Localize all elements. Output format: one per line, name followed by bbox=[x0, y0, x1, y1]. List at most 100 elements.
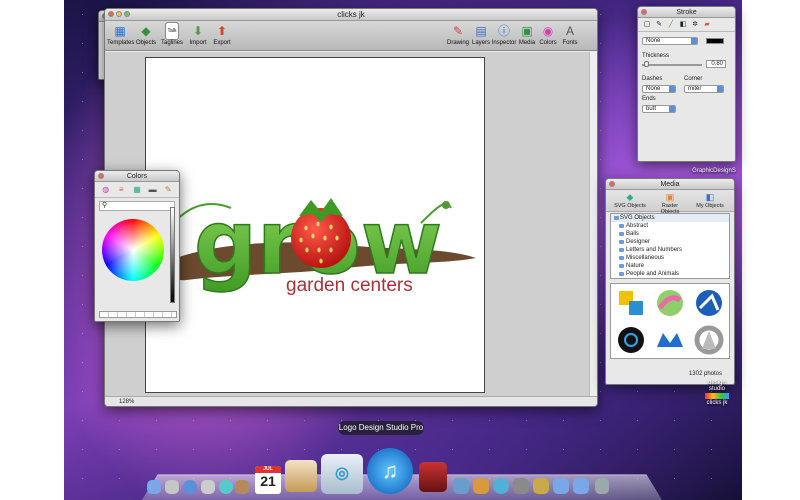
itunes-icon[interactable]: ♫ bbox=[367, 448, 413, 494]
notes-icon[interactable] bbox=[235, 480, 249, 494]
sliders-mode-icon[interactable]: ≡ bbox=[115, 185, 129, 195]
thumbnail-black-knot[interactable] bbox=[616, 325, 646, 355]
dvd-player-icon[interactable] bbox=[419, 462, 447, 492]
dock: JUL 21 ◎ ♫ bbox=[145, 440, 665, 500]
dock-tooltip: Logo Design Studio Pro bbox=[338, 421, 424, 435]
stroke-style-select[interactable]: None bbox=[642, 37, 698, 45]
photo-booth-icon[interactable] bbox=[453, 478, 469, 494]
vertical-scrollbar[interactable] bbox=[589, 52, 597, 396]
main-titlebar[interactable]: clicks jk bbox=[105, 9, 597, 21]
color-modes: ◍ ≡ ▦ ▬ ✎ bbox=[95, 182, 179, 198]
desktop-label-top[interactable]: GraphicDesignS bbox=[688, 168, 740, 174]
close-icon[interactable] bbox=[609, 181, 615, 187]
list-item[interactable]: People and Animals bbox=[611, 270, 729, 278]
color-wheel[interactable] bbox=[102, 219, 164, 281]
my-objects-icon: ◧ bbox=[705, 192, 715, 202]
trash-icon[interactable] bbox=[595, 478, 609, 494]
stroke-icon[interactable]: ╱ bbox=[666, 20, 676, 30]
tab-my-objects[interactable]: ◧ My Objects bbox=[692, 192, 728, 209]
ends-select[interactable]: butt bbox=[642, 105, 676, 113]
media-category-list[interactable]: SVG Objects Abstract Balls Designer Lett… bbox=[610, 213, 730, 279]
preview-icon[interactable] bbox=[285, 460, 317, 492]
shadow-icon[interactable]: ◧ bbox=[678, 20, 688, 30]
import-button[interactable]: ⬇ Import bbox=[185, 23, 211, 46]
pen-icon[interactable]: ✎ bbox=[654, 20, 664, 30]
color-strip bbox=[705, 393, 729, 399]
stroke-color-well[interactable] bbox=[706, 38, 724, 44]
objects-icon: ◆ bbox=[141, 24, 151, 38]
thumbnail-blue-swoosh[interactable] bbox=[694, 288, 724, 318]
ichat-icon[interactable] bbox=[219, 480, 233, 494]
safari-icon[interactable] bbox=[183, 480, 197, 494]
list-item[interactable]: Designer bbox=[611, 238, 729, 246]
list-item[interactable]: Balls bbox=[611, 230, 729, 238]
minimize-icon[interactable] bbox=[116, 11, 122, 17]
color-wheel-mode-icon[interactable]: ◍ bbox=[99, 185, 113, 195]
thickness-field[interactable]: 0.80 bbox=[706, 60, 726, 68]
address-book-icon[interactable] bbox=[201, 480, 215, 494]
corner-select[interactable]: miter bbox=[684, 85, 724, 93]
media-titlebar[interactable]: Media bbox=[606, 179, 734, 190]
close-icon[interactable] bbox=[98, 173, 104, 179]
list-item[interactable]: Miscellaneous bbox=[611, 254, 729, 262]
import-icon: ⬇ bbox=[192, 24, 204, 38]
downloads-folder-icon[interactable] bbox=[573, 478, 589, 494]
grow-logo[interactable]: grow garden centers bbox=[146, 58, 484, 392]
objects-button[interactable]: ◆ Objects bbox=[133, 23, 159, 46]
color-swatch-slots[interactable] bbox=[99, 311, 177, 318]
magnifier-icon: ⚲ bbox=[102, 202, 108, 209]
list-item[interactable]: Abstract bbox=[611, 222, 729, 230]
colors-titlebar[interactable]: Colors bbox=[95, 171, 179, 182]
time-machine-icon[interactable] bbox=[493, 478, 509, 494]
templates-icon: ▦ bbox=[114, 24, 126, 38]
logo-design-studio-icon[interactable]: ◎ bbox=[321, 454, 363, 494]
thickness-slider-knob[interactable] bbox=[644, 61, 649, 67]
status-bar: 128% bbox=[105, 396, 597, 406]
finder-icon[interactable] bbox=[147, 480, 161, 494]
thumbnail-circle-pastel[interactable] bbox=[655, 288, 685, 318]
taglines-button[interactable]: Talk Taglines bbox=[159, 22, 185, 46]
tag-badge: Talk bbox=[164, 22, 180, 40]
dashboard-icon[interactable] bbox=[165, 480, 179, 494]
tab-svg-objects[interactable]: ◆ SVG Objects bbox=[612, 192, 648, 209]
main-toolbar: ▦ Templates ◆ Objects Talk Taglines ⬇ Import… bbox=[105, 21, 597, 51]
crayon-mode-icon[interactable]: ✎ bbox=[161, 185, 175, 195]
fonts-button[interactable]: A Fonts bbox=[557, 23, 583, 46]
eraser-icon[interactable]: ▰ bbox=[702, 20, 712, 30]
drawing-icon: ✎ bbox=[452, 24, 464, 38]
calendar-icon[interactable]: JUL 21 bbox=[255, 466, 281, 494]
thickness-slider[interactable] bbox=[642, 64, 702, 66]
export-button[interactable]: ⬆ Export bbox=[209, 23, 235, 46]
palette-mode-icon[interactable]: ▦ bbox=[130, 185, 144, 195]
thumbnail-shapes-yellow[interactable] bbox=[616, 288, 646, 318]
applications-folder-icon[interactable] bbox=[533, 478, 549, 494]
tab-raster-objects[interactable]: ▣ Raster Objects bbox=[652, 192, 688, 215]
colors-icon: ◉ bbox=[542, 24, 554, 38]
image-mode-icon[interactable]: ▬ bbox=[146, 185, 160, 195]
design-studio-desktop-icon[interactable]: design studio clicks jk bbox=[700, 380, 734, 406]
list-item[interactable]: Letters and Numbers bbox=[611, 246, 729, 254]
brightness-slider[interactable] bbox=[170, 207, 175, 303]
stroke-titlebar[interactable]: Stroke bbox=[638, 7, 735, 18]
zoom-level[interactable]: 128% bbox=[119, 399, 134, 405]
list-item[interactable]: SVG Objects bbox=[611, 214, 729, 222]
close-icon[interactable] bbox=[108, 11, 114, 17]
colors-panel: Colors ◍ ≡ ▦ ▬ ✎ ⚲ bbox=[94, 170, 180, 322]
close-icon[interactable] bbox=[641, 9, 647, 15]
system-preferences-icon[interactable] bbox=[513, 478, 529, 494]
document-page[interactable]: grow garden centers bbox=[145, 57, 485, 393]
dashes-select[interactable]: None bbox=[642, 85, 676, 93]
iphoto-icon[interactable] bbox=[473, 478, 489, 494]
zoom-icon[interactable] bbox=[124, 11, 130, 17]
list-item[interactable]: Nature bbox=[611, 262, 729, 270]
media-tabs: ◆ SVG Objects ▣ Raster Objects ◧ My Objects bbox=[606, 190, 734, 215]
thumbnail-silver-ring[interactable] bbox=[694, 325, 724, 355]
fill-icon[interactable]: ▢ bbox=[642, 20, 652, 30]
media-icon: ▣ bbox=[521, 24, 533, 38]
thumbnail-blue-m[interactable] bbox=[655, 325, 685, 355]
effects-icon[interactable]: ✲ bbox=[690, 20, 700, 30]
documents-folder-icon[interactable] bbox=[553, 478, 569, 494]
raster-objects-icon: ▣ bbox=[665, 192, 675, 202]
templates-button[interactable]: ▦ Templates bbox=[107, 23, 134, 46]
color-search-field[interactable]: ⚲ bbox=[99, 201, 175, 211]
